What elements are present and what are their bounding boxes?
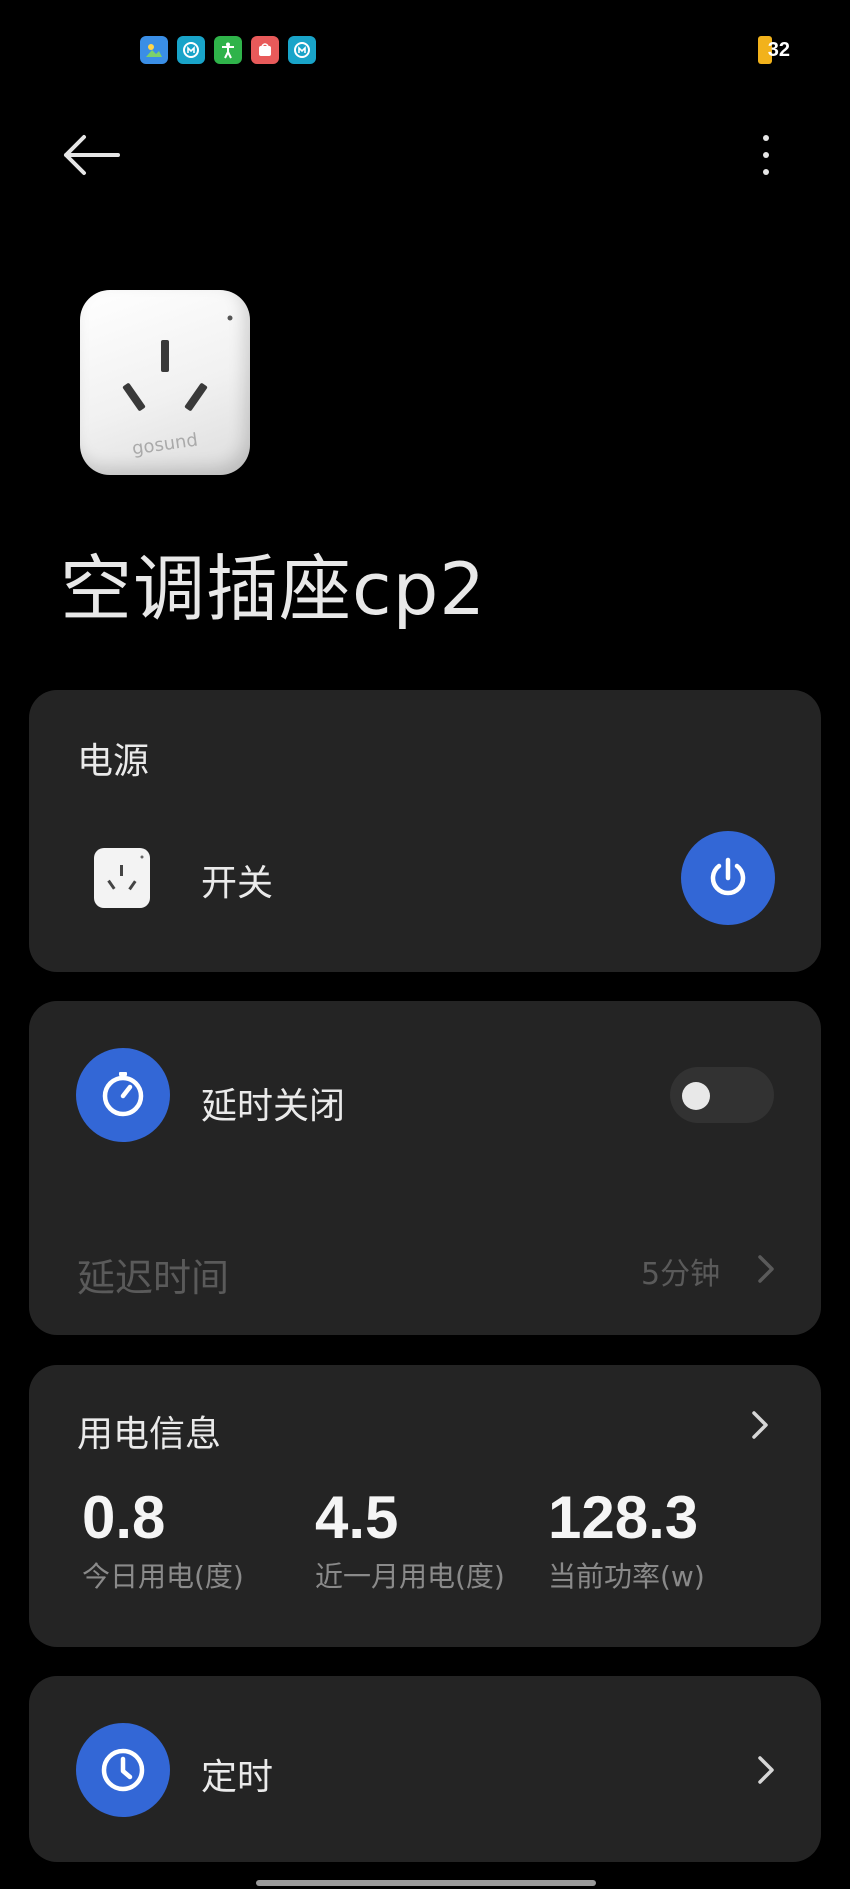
stat-label: 当前功率(w)	[548, 1560, 705, 1593]
clock-icon	[101, 1748, 145, 1792]
back-button[interactable]	[60, 130, 124, 180]
stat-label: 今日用电(度)	[82, 1560, 244, 1593]
arrow-left-icon	[64, 135, 120, 175]
chevron-right-icon[interactable]	[751, 1750, 781, 1790]
delay-off-card: 延时关闭 延迟时间 5分钟	[29, 1001, 821, 1335]
battery-indicator: 32	[757, 35, 790, 65]
battery-level: 32	[767, 38, 790, 61]
device-name: 空调插座cp2	[60, 547, 487, 631]
power-usage-card[interactable]: 用电信息 0.8 今日用电(度) 4.5 近一月用电(度) 128.3 当前功率…	[29, 1365, 821, 1647]
delay-time-value[interactable]: 5分钟	[641, 1249, 720, 1293]
timer-card[interactable]: 定时	[29, 1676, 821, 1862]
notification-icons	[140, 36, 316, 64]
accessibility-app-icon	[214, 36, 242, 64]
usage-section-title: 用电信息	[77, 1414, 222, 1455]
chevron-right-icon[interactable]	[751, 1249, 781, 1289]
stat-current-power: 128.3 当前功率(w)	[548, 1483, 705, 1595]
power-icon	[710, 857, 746, 896]
timer-icon-badge	[76, 1723, 170, 1817]
delay-off-icon-badge	[76, 1048, 170, 1142]
mi-app-icon	[177, 36, 205, 64]
stat-month: 4.5 近一月用电(度)	[315, 1483, 505, 1595]
delay-off-label: 延时关闭	[201, 1086, 346, 1127]
toggle-knob	[682, 1082, 710, 1110]
power-section-title: 电源	[77, 741, 150, 782]
delay-time-label: 延迟时间	[77, 1256, 230, 1300]
switch-label: 开关	[201, 863, 274, 904]
power-toggle-button[interactable]	[681, 831, 775, 925]
more-vertical-icon	[763, 135, 769, 141]
timer-gauge-icon	[102, 1072, 144, 1117]
home-indicator[interactable]	[256, 1880, 596, 1886]
brand-logo: gosund	[131, 430, 199, 460]
plug-thumbnail-icon	[94, 848, 150, 908]
stat-label: 近一月用电(度)	[315, 1560, 505, 1593]
photos-app-icon	[140, 36, 168, 64]
store-app-icon	[251, 36, 279, 64]
stat-value: 128.3	[548, 1484, 699, 1551]
chevron-right-icon[interactable]	[745, 1405, 775, 1445]
status-bar: 32	[0, 0, 850, 100]
delay-off-toggle[interactable]	[670, 1067, 774, 1123]
power-card: 电源 开关	[29, 690, 821, 972]
timer-label: 定时	[201, 1757, 274, 1798]
stat-today: 0.8 今日用电(度)	[82, 1483, 244, 1595]
usage-stats: 0.8 今日用电(度) 4.5 近一月用电(度) 128.3 当前功率(w)	[82, 1483, 782, 1603]
stat-value: 0.8	[82, 1484, 166, 1551]
mi-app-icon-2	[288, 36, 316, 64]
stat-value: 4.5	[315, 1484, 399, 1551]
device-image: gosund	[80, 290, 250, 475]
more-options-button[interactable]	[748, 130, 784, 180]
